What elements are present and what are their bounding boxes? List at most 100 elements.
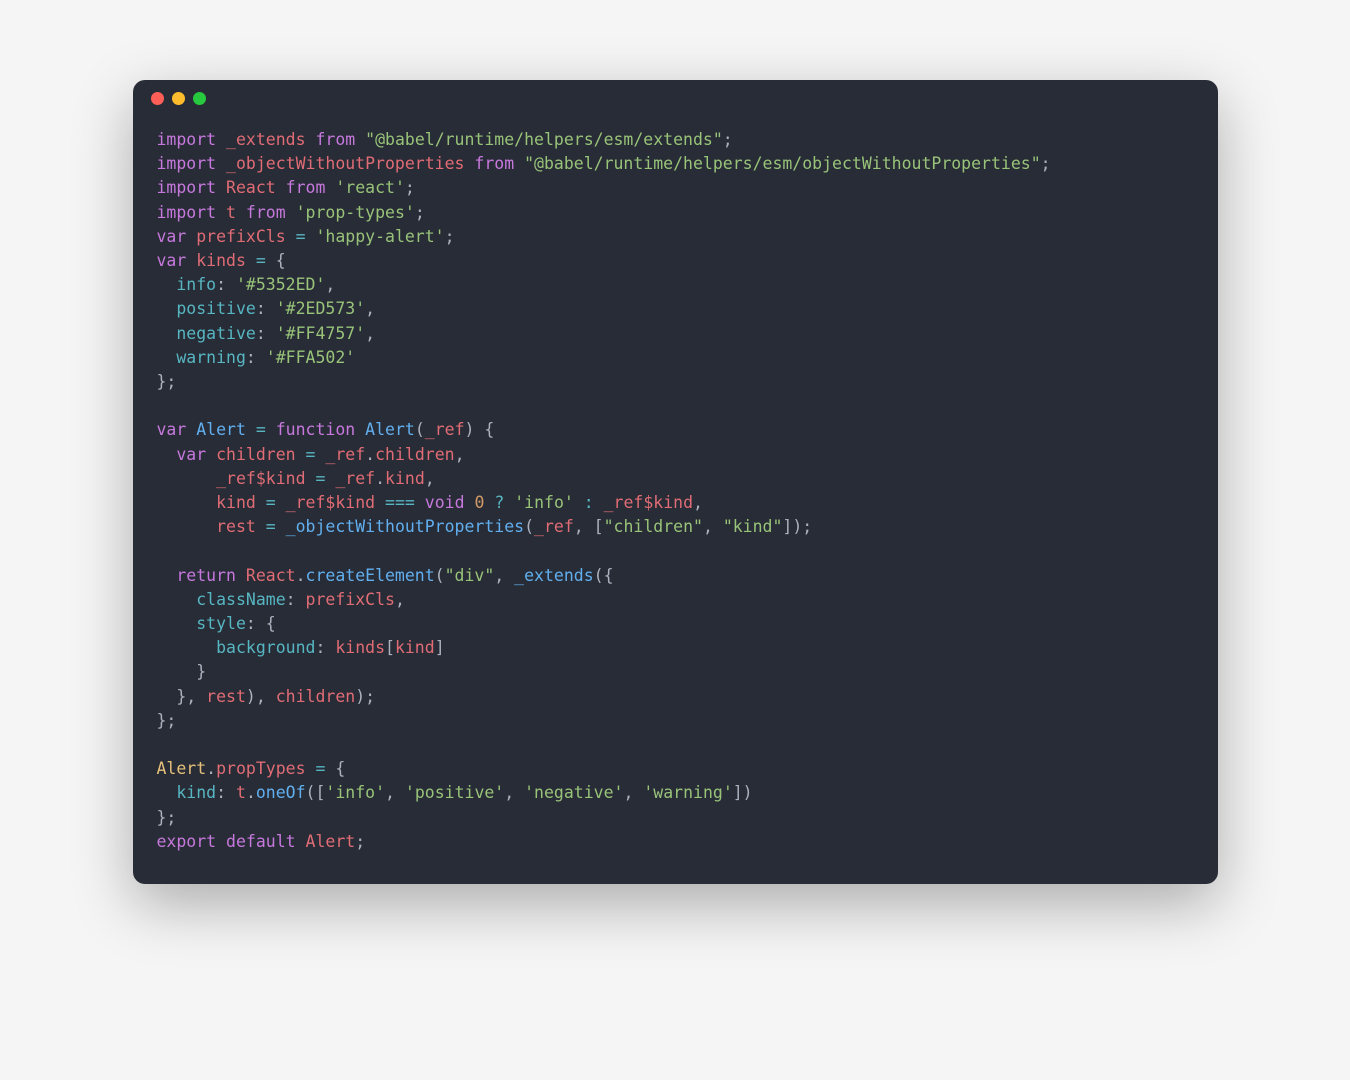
code-token: from (286, 178, 326, 197)
code-token: warning (176, 348, 246, 367)
code-line: var prefixCls = 'happy-alert'; (157, 225, 1194, 249)
code-token: , (703, 517, 723, 536)
code-token (306, 759, 316, 778)
window-titlebar (133, 80, 1218, 116)
code-token: = (256, 420, 266, 439)
code-token: : (216, 783, 236, 802)
code-token: info (176, 275, 216, 294)
code-token: ]); (782, 517, 812, 536)
code-token: ; (445, 227, 455, 246)
code-token: '#FFA502' (266, 348, 355, 367)
code-token (186, 420, 196, 439)
code-token (157, 299, 177, 318)
code-token: void (425, 493, 465, 512)
code-token: "@babel/runtime/helpers/esm/extends" (365, 130, 723, 149)
code-token: , (693, 493, 703, 512)
code-token: ), (246, 687, 276, 706)
code-token: , (623, 783, 643, 802)
code-token: default (226, 832, 296, 851)
code-token: ; (415, 203, 425, 222)
code-token (246, 420, 256, 439)
code-token: 'happy-alert' (315, 227, 444, 246)
code-token (157, 566, 177, 585)
code-token: : { (246, 614, 276, 633)
code-token: , (455, 445, 465, 464)
code-line: var children = _ref.children, (157, 443, 1194, 467)
code-line (157, 394, 1194, 418)
code-line: export default Alert; (157, 830, 1194, 854)
code-token (216, 130, 226, 149)
code-token: . (206, 759, 216, 778)
code-token: : (216, 275, 236, 294)
code-token (484, 493, 494, 512)
code-line: Alert.propTypes = { (157, 757, 1194, 781)
code-token: propTypes (216, 759, 305, 778)
code-token: }; (157, 711, 177, 730)
code-token: = (315, 759, 325, 778)
code-token: : (584, 493, 594, 512)
code-token (276, 493, 286, 512)
code-token (157, 517, 217, 536)
code-token: t (226, 203, 236, 222)
code-token (266, 420, 276, 439)
code-token: , (504, 783, 524, 802)
minimize-button[interactable] (172, 92, 185, 105)
code-token: _ref (534, 517, 574, 536)
code-line: kind: t.oneOf(['info', 'positive', 'nega… (157, 781, 1194, 805)
code-token: = (266, 517, 276, 536)
code-token: className (196, 590, 285, 609)
code-token: ); (355, 687, 375, 706)
code-token (415, 493, 425, 512)
code-token: prefixCls (306, 590, 395, 609)
code-token (186, 227, 196, 246)
code-token: { (325, 759, 345, 778)
code-line: rest = _objectWithoutProperties(_ref, ["… (157, 515, 1194, 539)
maximize-button[interactable] (193, 92, 206, 105)
code-line: return React.createElement("div", _exten… (157, 564, 1194, 588)
code-token: kind (395, 638, 435, 657)
code-token: }, (157, 687, 207, 706)
code-token: _ref$kind (286, 493, 375, 512)
code-line: style: { (157, 612, 1194, 636)
code-token: kind (216, 493, 256, 512)
code-token (216, 154, 226, 173)
code-token (594, 493, 604, 512)
code-token: import (157, 178, 217, 197)
code-token: , (494, 566, 514, 585)
code-editor[interactable]: import _extends from "@babel/runtime/hel… (133, 116, 1218, 884)
close-button[interactable] (151, 92, 164, 105)
code-token: var (157, 420, 187, 439)
code-token: 'warning' (643, 783, 732, 802)
code-token: negative (176, 324, 255, 343)
code-token: "children" (604, 517, 703, 536)
code-token: ] (435, 638, 445, 657)
code-token: = (256, 251, 266, 270)
code-token: positive (176, 299, 255, 318)
code-token (465, 493, 475, 512)
code-token: . (246, 783, 256, 802)
code-token: from (474, 154, 514, 173)
code-line: className: prefixCls, (157, 588, 1194, 612)
code-token: ( (435, 566, 445, 585)
code-token: = (306, 445, 316, 464)
code-token: [ (385, 638, 395, 657)
code-token: Alert (157, 759, 207, 778)
code-token: , (425, 469, 435, 488)
code-token: style (196, 614, 246, 633)
code-token: ; (1041, 154, 1051, 173)
code-token: ; (355, 832, 365, 851)
code-token (216, 178, 226, 197)
code-token: : (256, 299, 276, 318)
code-token: import (157, 130, 217, 149)
code-token: === (385, 493, 415, 512)
code-token (504, 493, 514, 512)
code-token (355, 420, 365, 439)
code-line: warning: '#FFA502' (157, 346, 1194, 370)
code-token: kind (176, 783, 216, 802)
code-token: _ref$kind (604, 493, 693, 512)
code-token (315, 445, 325, 464)
code-token (276, 178, 286, 197)
code-token: } (157, 662, 207, 681)
code-token: ([ (306, 783, 326, 802)
code-token: . (375, 469, 385, 488)
